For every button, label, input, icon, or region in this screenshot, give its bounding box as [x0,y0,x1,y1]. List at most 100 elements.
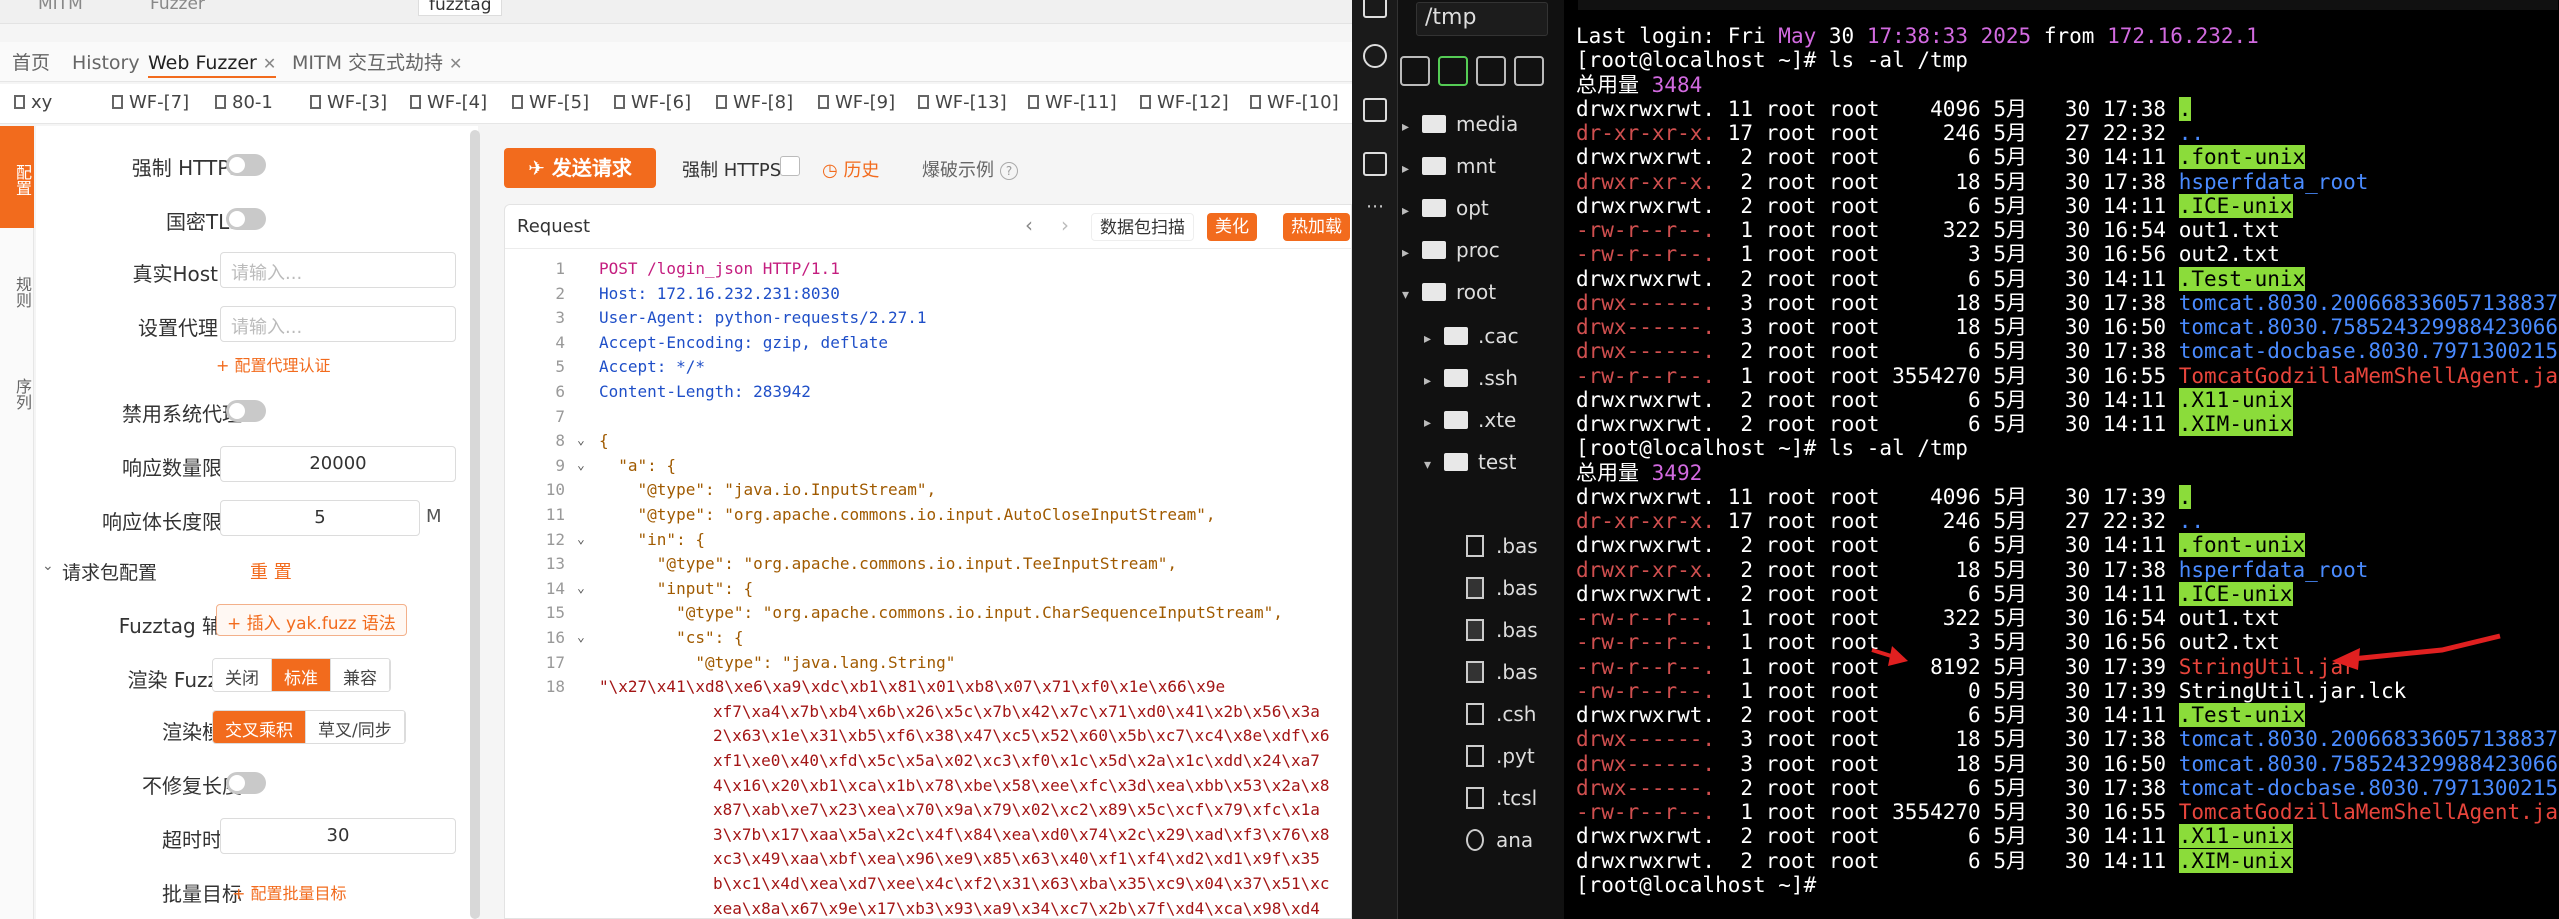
chevron-right-icon[interactable]: ▸ [1402,245,1422,261]
subtab[interactable]: xy [14,92,52,113]
subtab[interactable]: WF-[9] [818,92,895,113]
terminal-output[interactable]: Last login: Fri May 30 17:38:33 2025 fro… [1568,0,2559,919]
fold-chevron-icon[interactable]: ⌄ [577,433,585,448]
gm-tls-toggle[interactable] [226,208,266,230]
proxy-input[interactable]: 请输入... [220,306,456,342]
disable-sys-proxy-toggle[interactable] [226,400,266,422]
path-input[interactable]: /tmp [1416,2,1548,36]
batch-target-link[interactable]: + 配置批量目标 [232,880,347,904]
tree-node[interactable]: ▸ proc [1402,238,1500,262]
chevron-left-icon[interactable]: ‹ [1025,213,1033,237]
tree-node[interactable]: ▸ .xte [1424,408,1516,432]
subtab[interactable]: WF-[8] [716,92,793,113]
tab-home[interactable]: 首页 [12,48,50,78]
chevron-down-icon[interactable]: ▾ [1402,287,1422,303]
chevron-right-icon[interactable]: ▸ [1424,415,1444,431]
history-button[interactable]: ◷ 历史 [822,156,879,182]
chevron-right-icon[interactable]: ▸ [1424,331,1444,347]
force-https-toggle[interactable] [226,154,266,176]
tree-node[interactable]: ▸ mnt [1402,154,1496,178]
subtab[interactable]: WF-[11] [1028,92,1117,113]
terminal-tab-strip[interactable] [1578,0,2558,10]
tab-history[interactable]: History [72,48,140,78]
locate-icon[interactable] [1438,56,1468,86]
eye-icon[interactable] [1514,56,1544,86]
force-https-checkbox[interactable] [780,156,800,176]
subtab[interactable]: WF-[10] [1250,92,1339,113]
explorer-icon[interactable] [1363,0,1387,18]
tree-node[interactable]: .bas [1446,534,1538,558]
more-icon[interactable]: ⋯ [1366,196,1384,217]
request-code[interactable]: 1 POST /login_json HTTP/1.1 2 Host: 172.16.… [505,253,1351,918]
chevron-right-icon[interactable]: › [1061,213,1069,237]
tree-node[interactable]: ▾ test [1424,450,1516,474]
sidebar-item-config[interactable]: 配置 [0,126,34,228]
tree-node[interactable]: .bas [1446,576,1538,600]
chevron-right-icon[interactable]: ▸ [1402,161,1422,177]
packet-scan-button[interactable]: 数据包扫描 [1091,213,1194,241]
chevron-right-icon[interactable]: ▸ [1402,203,1422,219]
subtab[interactable]: WF-[3] [310,92,387,113]
chevron-right-icon[interactable]: ▸ [1402,119,1422,135]
config-scrollbar[interactable] [470,130,480,919]
chevron-right-icon[interactable]: ▸ [1424,373,1444,389]
subtab[interactable]: 80-1 [215,92,273,113]
real-host-input[interactable]: 请输入... [220,252,456,288]
subtab[interactable]: WF-[7] [112,92,189,113]
fold-chevron-icon[interactable]: ⌄ [577,532,585,547]
settings-icon[interactable] [1363,152,1387,176]
tab-web-fuzzer[interactable]: Web Fuzzer ✕ [148,48,277,78]
top-tab-mitm[interactable]: MITM [38,0,83,14]
reset-button[interactable]: 重 置 [250,558,292,584]
target-icon[interactable] [1363,44,1387,68]
tree-node[interactable]: ana [1446,828,1533,852]
tree-node[interactable]: .pyt [1446,744,1535,768]
code-icon[interactable] [1363,98,1387,122]
tree-node[interactable]: ▸ .ssh [1424,366,1518,390]
body-limit-input[interactable]: 5 [220,500,420,536]
req-pkg-section[interactable]: ⌄ 请求包配置 重 置 [36,550,478,590]
fold-chevron-icon[interactable]: ⌄ [577,458,585,473]
send-request-button[interactable]: ✈ 发送请求 [504,148,656,188]
tree-node[interactable]: ▸ .cac [1424,324,1519,348]
hot-load-button[interactable]: 热加载 [1283,213,1350,241]
render-mode-sync[interactable]: 草叉/同步 [306,711,405,743]
fold-chevron-icon[interactable]: ⌄ [577,581,585,596]
request-editor[interactable]: Request ‹ › 数据包扫描 美化 热加载 1 POST /login_js… [504,204,1352,919]
subtab[interactable]: WF-[12] [1140,92,1229,113]
home-icon[interactable] [1400,56,1430,86]
close-icon[interactable]: ✕ [263,54,276,73]
tree-node[interactable]: ▸ opt [1402,196,1489,220]
subtab[interactable]: WF-[5] [512,92,589,113]
render-mode-cross[interactable]: 交叉乘积 [213,711,306,743]
tree-node[interactable]: .tcsl [1446,786,1537,810]
tree-node[interactable]: ▾ root [1402,280,1496,304]
render-fuzz-standard[interactable]: 标准 [272,659,331,691]
sidebar-item-rules[interactable]: 规则 [0,244,34,334]
tree-node[interactable]: ▸ media [1402,112,1518,136]
proxy-auth-link[interactable]: + 配置代理认证 [216,352,331,376]
close-icon[interactable]: ✕ [449,54,462,73]
collapse-icon[interactable] [1476,56,1506,86]
tree-node[interactable]: .csh [1446,702,1536,726]
subtab[interactable]: WF-[13] [918,92,1007,113]
fold-chevron-icon[interactable]: ⌄ [577,630,585,645]
top-tab-fuzzer[interactable]: Fuzzer [150,0,205,14]
subtab[interactable]: WF-[4] [410,92,487,113]
tree-node[interactable]: .bas [1446,660,1538,684]
top-tab-fuzztag[interactable]: fuzztag [418,0,503,16]
sidebar-item-sequence[interactable]: 序列 [0,346,34,436]
ls-group: root [1828,703,1880,727]
timeout-input[interactable]: 30 [220,818,456,854]
render-fuzz-compat[interactable]: 兼容 [331,659,390,691]
no-fix-len-toggle[interactable] [226,772,266,794]
beautify-button[interactable]: 美化 [1207,213,1257,241]
subtab[interactable]: WF-[6] [614,92,691,113]
tab-mitm[interactable]: MITM 交互式劫持 ✕ [292,48,462,78]
chevron-down-icon[interactable]: ▾ [1424,457,1444,473]
resp-limit-input[interactable]: 20000 [220,446,456,482]
render-fuzz-off[interactable]: 关闭 [213,659,272,691]
examples-button[interactable]: 爆破示例? [922,156,1018,182]
tree-node[interactable]: .bas [1446,618,1538,642]
insert-fuzz-button[interactable]: + 插入 yak.fuzz 语法 [216,604,407,636]
